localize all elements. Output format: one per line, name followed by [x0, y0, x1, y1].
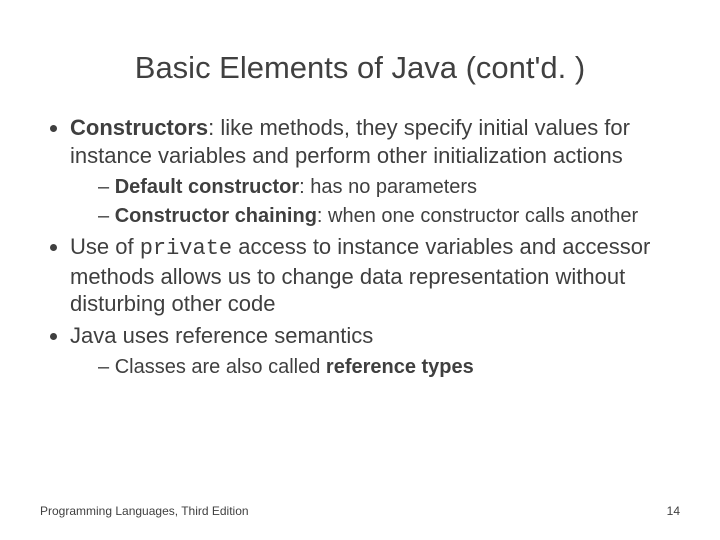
sub-list: Default constructor: has no parameters C… — [70, 175, 680, 229]
sub-list: Classes are also called reference types — [70, 355, 680, 380]
sub-default-constructor: Default constructor: has no parameters — [98, 175, 680, 200]
bullet-reference-semantics: Java uses reference semantics Classes ar… — [70, 322, 680, 381]
footer-source: Programming Languages, Third Edition — [40, 504, 249, 518]
bullet-lead: Constructors — [70, 115, 208, 140]
bullet-list: Constructors: like methods, they specify… — [40, 114, 680, 380]
bullet-text-pre: Use of — [70, 234, 140, 259]
sub-text-bold: reference types — [326, 356, 474, 378]
sub-reference-types: Classes are also called reference types — [98, 355, 680, 380]
page-number: 14 — [667, 504, 680, 518]
code-private: private — [140, 236, 232, 261]
sub-text-pre: Classes are also called — [115, 356, 326, 378]
sub-lead: Default constructor — [115, 176, 299, 198]
bullet-constructors: Constructors: like methods, they specify… — [70, 114, 680, 229]
sub-text: : when one constructor calls another — [317, 205, 638, 227]
slide-title: Basic Elements of Java (cont'd. ) — [40, 50, 680, 86]
bullet-private-access: Use of private access to instance variab… — [70, 233, 680, 318]
slide: Basic Elements of Java (cont'd. ) Constr… — [0, 0, 720, 540]
bullet-text: Java uses reference semantics — [70, 323, 373, 348]
sub-lead: Constructor chaining — [115, 205, 317, 227]
footer: Programming Languages, Third Edition 14 — [40, 504, 680, 518]
sub-constructor-chaining: Constructor chaining: when one construct… — [98, 204, 680, 229]
sub-text: : has no parameters — [299, 176, 477, 198]
